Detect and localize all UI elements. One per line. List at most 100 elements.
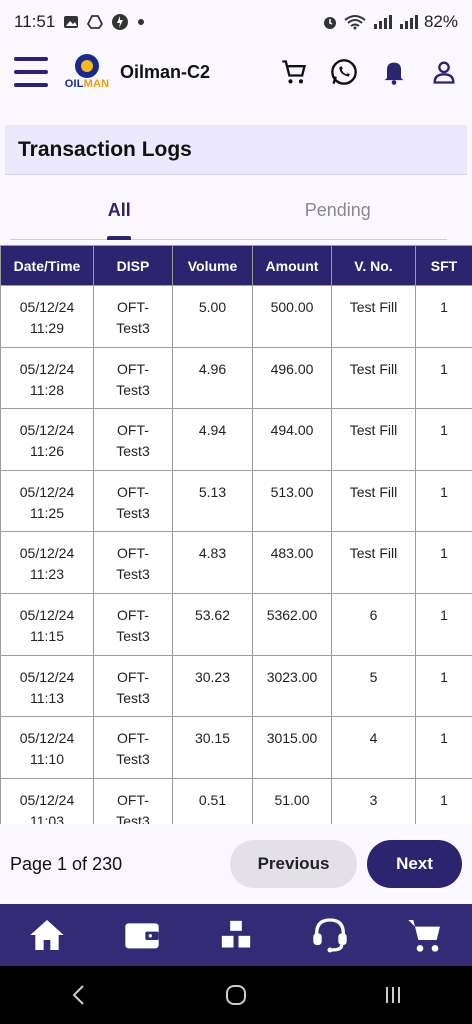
signal-icon: [372, 14, 392, 30]
table-header-row: Date/Time DISP Volume Amount V. No. SFT: [0, 245, 472, 286]
cubes-icon[interactable]: [214, 913, 258, 957]
tab-pending-label: Pending: [304, 200, 371, 220]
cell-datetime: 05/12/24 11:26: [0, 408, 94, 471]
page-title: Transaction Logs: [18, 137, 192, 161]
cell-disp-line1: OFT-: [117, 483, 149, 500]
tab-indicator: [107, 236, 132, 240]
cell-datetime: 05/12/24 11:28: [0, 346, 94, 410]
cell-disp-line2: Test3: [116, 751, 150, 768]
cart-icon[interactable]: [403, 913, 447, 957]
bottom-nav: [0, 904, 472, 966]
cell-time: 11:10: [30, 751, 64, 768]
cell-datetime: 05/12/24 11:13: [0, 654, 94, 718]
cell-sft: 1: [415, 408, 472, 471]
cell-sft: 1: [415, 346, 472, 410]
cell-disp-line2: Test3: [116, 627, 150, 644]
cell-disp-line2: Test3: [116, 381, 150, 398]
home-icon[interactable]: [25, 913, 69, 957]
messenger-icon: [111, 13, 129, 31]
cell-date: 05/12/24: [19, 730, 75, 747]
tab-pending[interactable]: Pending: [229, 188, 448, 239]
table-row[interactable]: 05/12/24 11:29 OFT- Test3 5.00 500.00 Test Fil…: [0, 285, 472, 348]
cell-disp: OFT- Test3: [93, 285, 173, 348]
table-row[interactable]: 05/12/24 11:28 OFT- Test3 4.96 496.00 Test Fil…: [0, 346, 472, 410]
cell-disp-line1: OFT-: [117, 545, 149, 562]
cell-datetime: 05/12/24 11:10: [0, 716, 94, 779]
cart-icon[interactable]: [280, 58, 308, 86]
cell-disp: OFT- Test3: [93, 777, 173, 824]
cell-date: 05/12/24: [19, 422, 75, 439]
recents-icon[interactable]: [368, 975, 418, 1015]
cell-sft: 1: [415, 654, 472, 718]
cell-amount: 483.00: [252, 531, 332, 594]
tab-all-label: All: [107, 200, 131, 220]
table-row[interactable]: 05/12/24 11:26 OFT- Test3 4.94 494.00 Test Fil…: [0, 408, 472, 471]
cell-disp: OFT- Test3: [93, 654, 173, 718]
tab-bar: All Pending: [10, 188, 447, 240]
cell-disp: OFT- Test3: [93, 592, 173, 656]
cell-vno: Test Fill: [331, 346, 416, 410]
cell-volume: 4.96: [172, 346, 253, 410]
cell-amount: 513.00: [252, 469, 332, 533]
cell-disp-line1: OFT-: [117, 791, 149, 808]
cell-volume: 30.23: [172, 654, 253, 718]
cell-disp: OFT- Test3: [93, 531, 173, 594]
column-header-disp: DISP: [93, 245, 173, 286]
cell-sft: 1: [415, 469, 472, 533]
cell-disp-line2: Test3: [116, 689, 150, 706]
cell-time: 11:26: [30, 443, 64, 460]
signal-icon: [398, 14, 418, 30]
transaction-table: Date/Time DISP Volume Amount V. No. SFT …: [0, 245, 472, 824]
system-nav-bar: [0, 966, 472, 1024]
cell-time: 11:13: [30, 689, 64, 706]
user-icon[interactable]: [430, 58, 458, 86]
cell-disp-line1: OFT-: [117, 668, 149, 685]
tab-all[interactable]: All: [10, 188, 229, 240]
cell-vno: Test Fill: [331, 285, 416, 348]
cell-time: 11:25: [30, 504, 64, 521]
pagination-footer: Page 1 of 230 Previous Next: [0, 824, 472, 904]
cell-date: 05/12/24: [19, 606, 75, 623]
cell-date: 05/12/24: [19, 299, 75, 315]
home-button-icon[interactable]: [211, 975, 261, 1015]
cell-disp-line1: OFT-: [117, 606, 149, 623]
cell-time: 11:28: [30, 381, 64, 398]
back-icon[interactable]: [54, 975, 104, 1015]
cell-amount: 494.00: [252, 408, 332, 471]
transaction-table-container[interactable]: Date/Time DISP Volume Amount V. No. SFT …: [0, 245, 472, 824]
column-header-vno: V. No.: [331, 245, 416, 286]
table-row[interactable]: 05/12/24 11:15 OFT- Test3 53.62 5362.00 6 1: [0, 592, 472, 656]
wallet-icon[interactable]: [120, 913, 164, 957]
cell-vno: Test Fill: [331, 531, 416, 594]
app-bar: OILMAN Oilman-C2: [0, 44, 472, 100]
cell-sft: 1: [415, 777, 472, 824]
support-icon[interactable]: [308, 913, 352, 957]
alarm-icon: [322, 14, 338, 30]
dot-icon: [137, 18, 145, 26]
previous-button[interactable]: Previous: [230, 840, 357, 888]
cell-disp-line2: Test3: [116, 443, 150, 460]
cell-vno: Test Fill: [331, 408, 416, 471]
table-row[interactable]: 05/12/24 11:03 OFT- Test3 0.51 51.00 3 1: [0, 777, 472, 824]
whatsapp-icon[interactable]: [330, 58, 358, 86]
bell-icon[interactable]: [380, 58, 408, 86]
cell-disp-line1: OFT-: [117, 360, 149, 377]
table-row[interactable]: 05/12/24 11:10 OFT- Test3 30.15 3015.00 4 1: [0, 716, 472, 779]
menu-icon[interactable]: [14, 57, 48, 87]
cell-sft: 1: [415, 531, 472, 594]
table-row[interactable]: 05/12/24 11:13 OFT- Test3 30.23 3023.00 5 1: [0, 654, 472, 718]
cell-disp-line2: Test3: [116, 812, 150, 824]
table-row[interactable]: 05/12/24 11:25 OFT- Test3 5.13 513.00 Test Fil…: [0, 469, 472, 533]
next-button[interactable]: Next: [367, 840, 462, 888]
cell-disp: OFT- Test3: [93, 346, 173, 410]
cell-volume: 5.00: [172, 285, 253, 348]
cell-disp-line2: Test3: [116, 566, 150, 583]
cell-volume: 53.62: [172, 592, 253, 656]
cell-datetime: 05/12/24 11:23: [0, 531, 94, 594]
cell-vno: 4: [331, 716, 416, 779]
cell-amount: 3015.00: [252, 716, 332, 779]
cell-disp: OFT- Test3: [93, 716, 173, 779]
cell-volume: 4.94: [172, 408, 253, 471]
cell-time: 11:29: [30, 320, 64, 336]
table-row[interactable]: 05/12/24 11:23 OFT- Test3 4.83 483.00 Test Fil…: [0, 531, 472, 594]
